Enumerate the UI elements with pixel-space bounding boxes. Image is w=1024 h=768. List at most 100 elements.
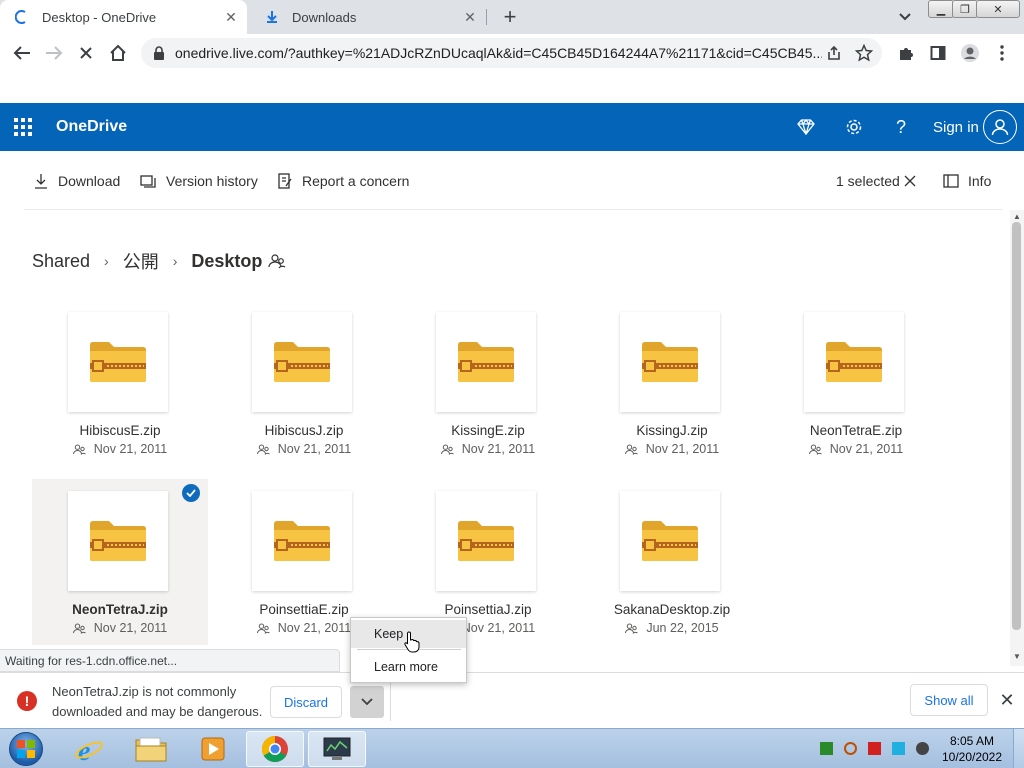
- file-date-text: Nov 21, 2011: [461, 442, 536, 456]
- url-text: onedrive.live.com/?authkey=%21ADJcRZnDUc…: [175, 45, 822, 61]
- zip-folder-icon[interactable]: [620, 312, 720, 412]
- shared-people-icon: [72, 623, 90, 634]
- breadcrumb-public[interactable]: 公開: [123, 248, 159, 274]
- internet-explorer-icon: e: [75, 736, 103, 764]
- lock-icon[interactable]: [153, 46, 167, 60]
- tab-desktop-onedrive[interactable]: Desktop - OneDrive ✕: [0, 0, 247, 34]
- taskbar-clock[interactable]: 8:05 AM 10/20/2022: [940, 733, 1004, 765]
- clear-selection-close-icon[interactable]: [904, 171, 916, 191]
- file-name[interactable]: PoinsettiaJ.zip: [400, 602, 576, 617]
- tray-network-icon[interactable]: [892, 742, 905, 755]
- zip-folder-icon[interactable]: [436, 312, 536, 412]
- settings-gear-icon[interactable]: [842, 115, 866, 139]
- chrome-icon: [261, 735, 288, 763]
- chevron-down-icon[interactable]: [894, 6, 916, 28]
- file-date: Nov 21, 2011: [400, 442, 576, 456]
- show-desktop-button[interactable]: [1013, 729, 1024, 768]
- tray-flag-icon[interactable]: [868, 742, 881, 755]
- info-pane-icon: [942, 172, 960, 190]
- download-icon: [32, 172, 50, 190]
- restore-button[interactable]: ❐: [952, 0, 978, 18]
- warning-icon: !: [17, 691, 37, 711]
- breadcrumb-shared[interactable]: Shared: [32, 251, 90, 272]
- scrollbar-thumb[interactable]: [1012, 222, 1021, 630]
- window-close-button[interactable]: ✕: [976, 0, 1020, 18]
- scroll-down-arrow-icon[interactable]: ▼: [1011, 651, 1023, 661]
- premium-diamond-icon[interactable]: [794, 115, 818, 139]
- system-tray: [818, 739, 938, 759]
- zip-folder-icon[interactable]: [252, 491, 352, 591]
- zip-folder-icon[interactable]: [620, 491, 720, 591]
- sign-in-link[interactable]: Sign in: [933, 119, 979, 136]
- download-options-chevron-icon[interactable]: [350, 686, 384, 718]
- scroll-up-arrow-icon[interactable]: ▲: [1011, 211, 1023, 221]
- zip-folder-icon[interactable]: [436, 491, 536, 591]
- file-tile[interactable]: SakanaDesktop.zip Jun 22, 2015: [584, 479, 760, 645]
- side-panel-icon[interactable]: [926, 41, 950, 65]
- kebab-menu-icon[interactable]: [990, 41, 1014, 65]
- app-launcher-icon[interactable]: [14, 118, 32, 136]
- onedrive-brand[interactable]: OneDrive: [56, 118, 127, 136]
- account-avatar-icon[interactable]: [983, 110, 1017, 144]
- start-button[interactable]: [4, 730, 48, 768]
- file-name[interactable]: NeonTetraJ.zip: [32, 602, 208, 617]
- file-tile[interactable]: NeonTetraE.zip Nov 21, 2011: [768, 300, 944, 466]
- file-name[interactable]: PoinsettiaE.zip: [216, 602, 392, 617]
- taskbar-file-explorer[interactable]: [122, 731, 180, 767]
- close-icon[interactable]: ✕: [460, 7, 480, 27]
- selected-check-icon[interactable]: [182, 484, 200, 502]
- version-history-icon: [140, 172, 158, 190]
- file-tile[interactable]: KissingJ.zip Nov 21, 2011: [584, 300, 760, 466]
- tray-search-icon[interactable]: [844, 742, 857, 755]
- file-name[interactable]: SakanaDesktop.zip: [584, 602, 760, 617]
- file-tile[interactable]: KissingE.zip Nov 21, 2011: [400, 300, 576, 466]
- close-icon[interactable]: ✕: [996, 689, 1018, 711]
- shared-people-icon: [268, 253, 286, 269]
- tab-downloads[interactable]: Downloads ✕: [250, 0, 486, 34]
- file-tile[interactable]: NeonTetraJ.zip Nov 21, 2011: [32, 479, 208, 645]
- file-name[interactable]: KissingJ.zip: [584, 423, 760, 438]
- help-question-icon[interactable]: ?: [889, 115, 913, 139]
- zip-folder-icon[interactable]: [68, 312, 168, 412]
- file-date: Nov 21, 2011: [216, 442, 392, 456]
- file-name[interactable]: KissingE.zip: [400, 423, 576, 438]
- version-history-button[interactable]: Version history: [140, 171, 258, 191]
- close-icon[interactable]: ✕: [221, 7, 241, 27]
- forward-arrow-icon[interactable]: [42, 41, 66, 65]
- menu-item-learn-more[interactable]: Learn more: [351, 653, 466, 681]
- stop-loading-icon[interactable]: [74, 41, 98, 65]
- taskbar-internet-explorer[interactable]: e: [60, 731, 118, 767]
- minimize-button[interactable]: ▁: [928, 0, 954, 18]
- zip-folder-icon[interactable]: [252, 312, 352, 412]
- address-bar[interactable]: onedrive.live.com/?authkey=%21ADJcRZnDUc…: [141, 38, 882, 68]
- tray-green-icon[interactable]: [820, 742, 833, 755]
- report-concern-button[interactable]: Report a concern: [276, 171, 409, 191]
- download-button[interactable]: Download: [32, 171, 120, 191]
- taskbar-media-player[interactable]: [184, 731, 242, 767]
- file-date-text: Nov 21, 2011: [829, 442, 904, 456]
- new-tab-plus-icon[interactable]: +: [498, 4, 522, 29]
- show-all-button[interactable]: Show all: [910, 684, 988, 716]
- taskbar-monitor-app[interactable]: [308, 731, 366, 767]
- shared-people-icon: [624, 444, 642, 455]
- extensions-puzzle-icon[interactable]: [894, 41, 918, 65]
- status-bubble: Waiting for res-1.cdn.office.net...: [0, 649, 340, 672]
- file-name[interactable]: HibiscusJ.zip: [216, 423, 392, 438]
- zip-folder-icon[interactable]: [68, 491, 168, 591]
- taskbar-chrome[interactable]: [246, 731, 304, 767]
- file-tile[interactable]: HibiscusJ.zip Nov 21, 2011: [216, 300, 392, 466]
- home-icon[interactable]: [106, 41, 130, 65]
- zip-folder-icon[interactable]: [804, 312, 904, 412]
- file-name[interactable]: NeonTetraE.zip: [768, 423, 944, 438]
- share-icon[interactable]: [822, 41, 846, 65]
- monitor-icon: [323, 737, 351, 760]
- discard-button[interactable]: Discard: [270, 686, 342, 718]
- back-arrow-icon[interactable]: [10, 41, 34, 65]
- bookmark-star-icon[interactable]: [852, 41, 876, 65]
- file-name[interactable]: HibiscusE.zip: [32, 423, 208, 438]
- tray-volume-icon[interactable]: [916, 742, 929, 755]
- file-tile[interactable]: HibiscusE.zip Nov 21, 2011: [32, 300, 208, 466]
- download-bar-divider: [390, 683, 391, 721]
- info-button[interactable]: Info: [942, 171, 991, 191]
- profile-avatar-icon[interactable]: [958, 41, 982, 65]
